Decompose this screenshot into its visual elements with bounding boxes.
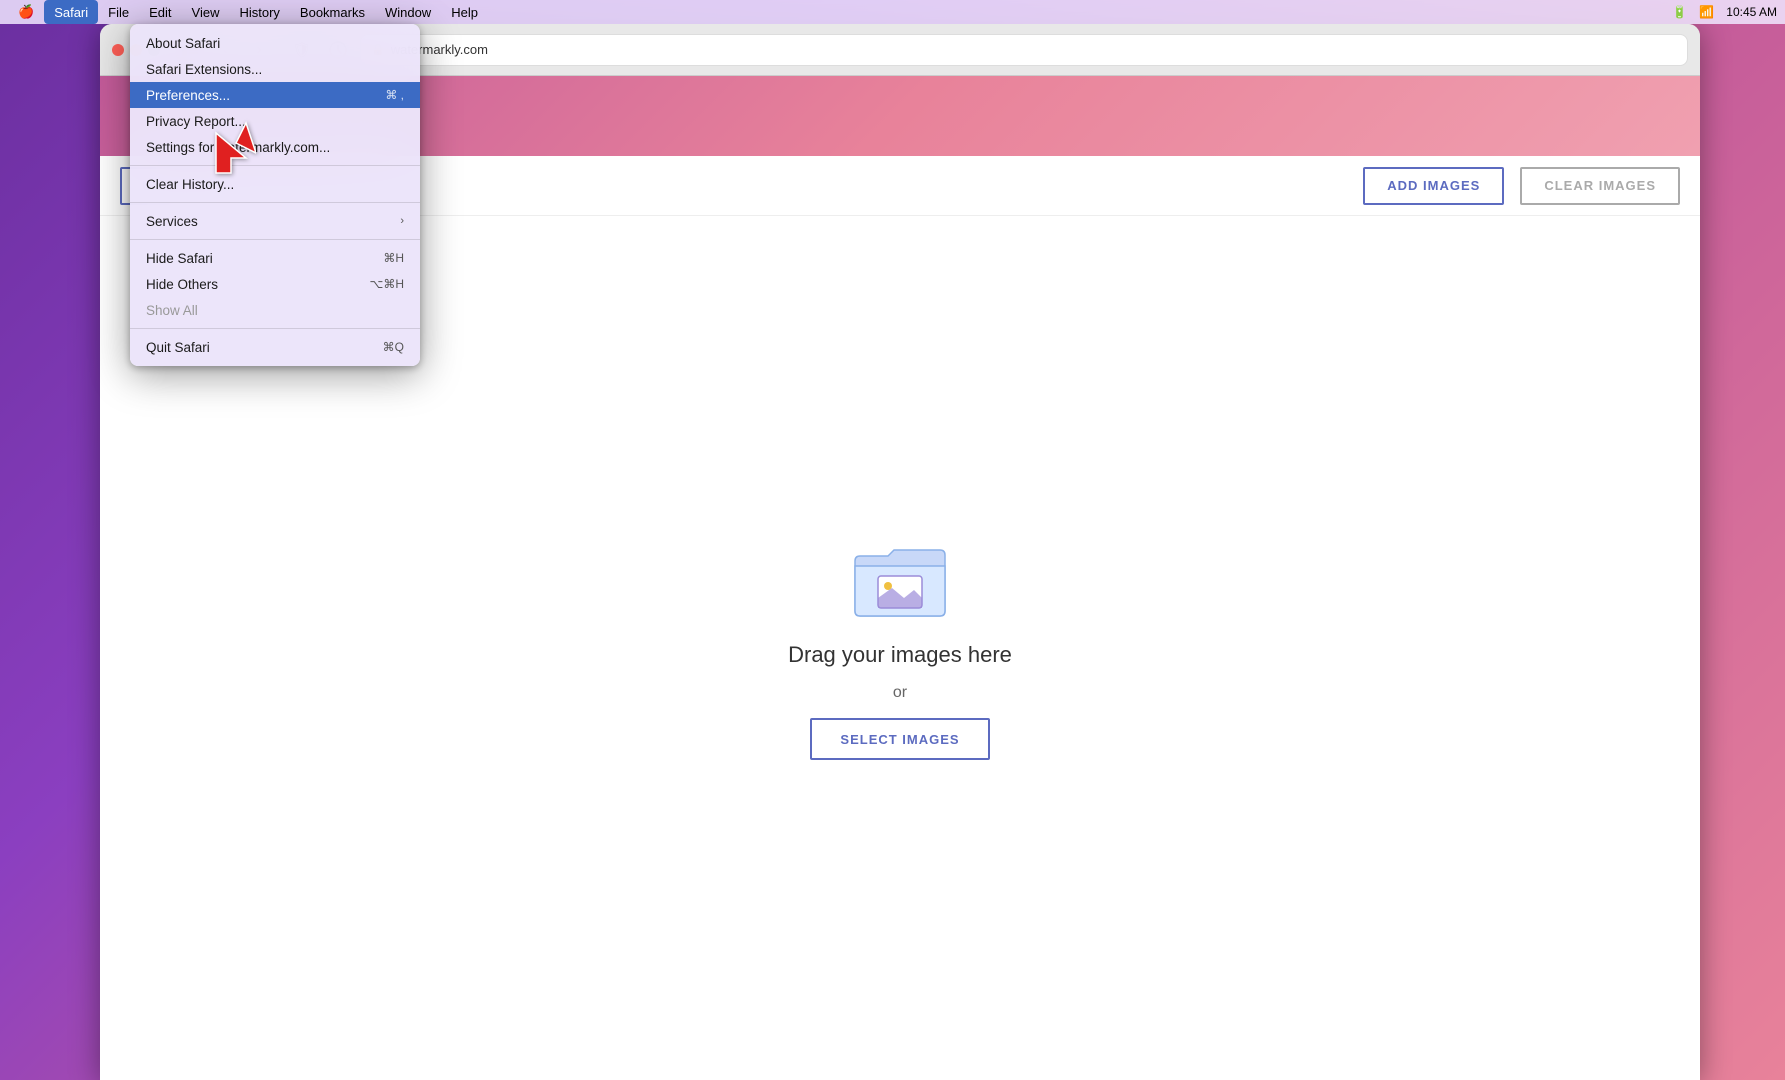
apple-menu[interactable]: 🍎 — [8, 0, 44, 24]
menu-preferences[interactable]: Preferences... ⌘ , — [130, 82, 420, 108]
select-images-button[interactable]: SELECT IMAGES — [810, 718, 989, 760]
apple-icon: 🍎 — [18, 4, 34, 20]
menu-separator-1 — [130, 165, 420, 166]
close-button[interactable] — [112, 44, 124, 56]
menubar-battery: 🔋 — [1672, 5, 1687, 19]
menubar-history[interactable]: History — [229, 0, 289, 24]
menu-shortcut-preferences: ⌘ , — [385, 88, 404, 102]
menubar-file[interactable]: File — [98, 0, 139, 24]
menu-separator-3 — [130, 239, 420, 240]
menu-privacy-report[interactable]: Privacy Report... — [130, 108, 420, 134]
menubar-safari[interactable]: Safari — [44, 0, 98, 24]
menu-shortcut-quit: ⌘Q — [383, 340, 404, 354]
or-text: or — [893, 684, 907, 702]
add-images-button[interactable]: ADD IMAGES — [1363, 167, 1504, 205]
address-bar[interactable]: 🔒 watermarkly.com — [360, 34, 1688, 66]
clear-images-button[interactable]: CLEAR IMAGES — [1520, 167, 1680, 205]
menubar-window[interactable]: Window — [375, 0, 441, 24]
menu-show-all: Show All — [130, 297, 420, 323]
menu-separator-2 — [130, 202, 420, 203]
menu-quit-safari[interactable]: Quit Safari ⌘Q — [130, 334, 420, 360]
menubar-clock: 10:45 AM — [1726, 5, 1777, 19]
menu-about-safari[interactable]: About Safari — [130, 30, 420, 56]
menu-hide-others[interactable]: Hide Others ⌥⌘H — [130, 271, 420, 297]
menu-clear-history[interactable]: Clear History... — [130, 171, 420, 197]
menu-shortcut-hide-others: ⌥⌘H — [370, 277, 405, 291]
menu-hide-safari[interactable]: Hide Safari ⌘H — [130, 245, 420, 271]
menubar-help[interactable]: Help — [441, 0, 488, 24]
menubar-wifi: 📶 — [1699, 5, 1714, 19]
menubar-view[interactable]: View — [182, 0, 230, 24]
menu-safari-extensions[interactable]: Safari Extensions... — [130, 56, 420, 82]
menu-separator-4 — [130, 328, 420, 329]
submenu-arrow-icon: › — [400, 215, 404, 227]
menu-settings-for-site[interactable]: Settings for watermarkly.com... — [130, 134, 420, 160]
menubar-right: 🔋 📶 10:45 AM — [1672, 5, 1777, 19]
safari-dropdown-menu: About Safari Safari Extensions... Prefer… — [130, 24, 420, 366]
drag-drop-text: Drag your images here — [788, 642, 1012, 668]
menu-services[interactable]: Services › — [130, 208, 420, 234]
menubar: 🍎 Safari File Edit View History Bookmark… — [0, 0, 1785, 24]
menu-shortcut-hide: ⌘H — [383, 251, 404, 265]
folder-icon — [850, 536, 950, 626]
menubar-bookmarks[interactable]: Bookmarks — [290, 0, 375, 24]
menubar-edit[interactable]: Edit — [139, 0, 181, 24]
